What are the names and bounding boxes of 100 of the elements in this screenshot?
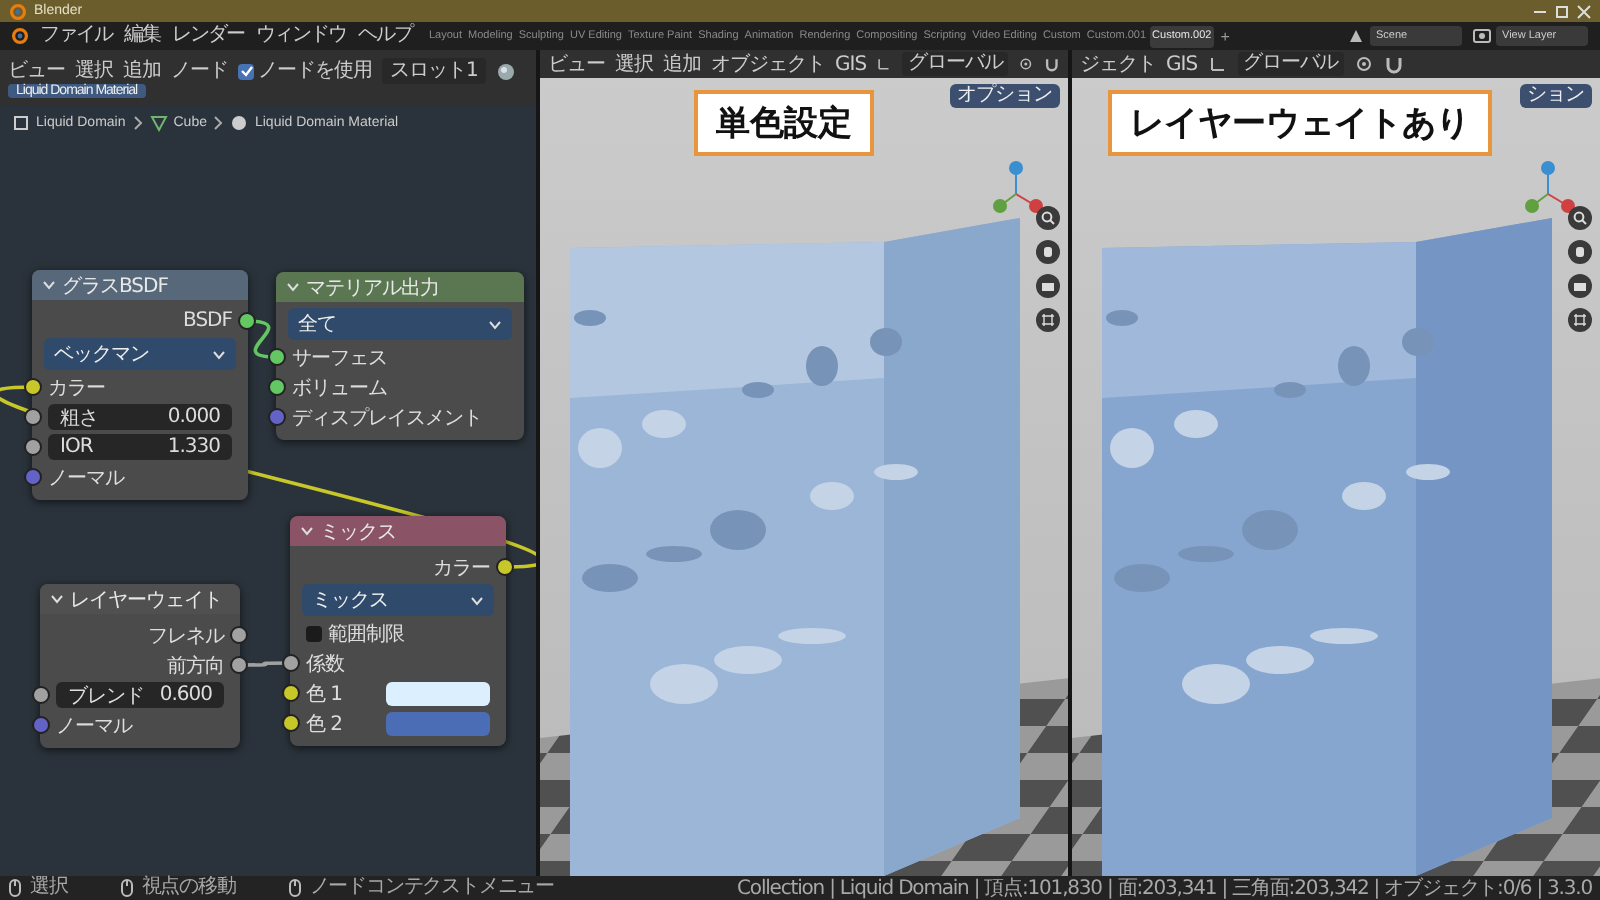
use-nodes-checkbox[interactable]: ノードを使用 xyxy=(238,58,372,84)
axes-icon[interactable] xyxy=(1207,54,1228,74)
menu-item[interactable]: GIS xyxy=(835,53,867,75)
node-header[interactable]: レイヤーウェイト xyxy=(40,584,240,614)
value-field[interactable]: 粗さ 0.000 xyxy=(48,404,232,430)
orientation-dropdown[interactable]: グローバル xyxy=(901,52,1009,76)
grid-icon[interactable] xyxy=(1036,308,1060,332)
node-header[interactable]: グラスBSDF xyxy=(32,270,248,300)
socket[interactable] xyxy=(24,438,42,456)
zoom-icon[interactable] xyxy=(1568,206,1592,230)
socket[interactable] xyxy=(268,378,286,396)
menu-item[interactable]: 編集 xyxy=(118,22,166,50)
menu-item[interactable]: ビュー xyxy=(8,58,65,84)
socket[interactable] xyxy=(24,378,42,396)
camera-icon[interactable] xyxy=(1568,274,1592,298)
menu-item[interactable]: 追加 xyxy=(663,50,701,78)
chevron-down-icon[interactable] xyxy=(286,280,300,294)
scene-icon[interactable] xyxy=(1346,26,1366,46)
socket[interactable] xyxy=(32,686,50,704)
socket[interactable] xyxy=(282,684,300,702)
node-title: ミックス xyxy=(320,519,396,545)
status-hint: 選択 xyxy=(30,876,68,900)
socket-label: サーフェス xyxy=(292,345,387,371)
camera-icon[interactable] xyxy=(1036,274,1060,298)
dropdown[interactable]: 全て xyxy=(288,308,512,340)
node-header[interactable]: マテリアル出力 xyxy=(276,272,524,302)
snap-icon[interactable] xyxy=(1044,54,1060,74)
socket-label: カラー xyxy=(48,375,105,401)
chevron-down-icon xyxy=(488,317,502,331)
socket[interactable] xyxy=(230,656,248,674)
snap-icon[interactable] xyxy=(1384,54,1405,74)
socket[interactable] xyxy=(230,626,248,644)
chevron-right-icon xyxy=(212,114,225,132)
grid-icon[interactable] xyxy=(1568,308,1592,332)
socket-label: ノーマル xyxy=(48,465,124,491)
node-title: レイヤーウェイト xyxy=(70,587,222,613)
zoom-icon[interactable] xyxy=(1036,206,1060,230)
triangle-icon xyxy=(149,114,168,132)
viewport-caption: レイヤーウェイトあり xyxy=(1108,90,1492,156)
node-header[interactable]: ミックス xyxy=(290,516,506,546)
view-layer-icon[interactable] xyxy=(1472,26,1492,46)
socket[interactable] xyxy=(268,348,286,366)
slot-dropdown[interactable]: スロット1 xyxy=(382,58,486,84)
orientation-dropdown[interactable]: グローバル xyxy=(1237,52,1345,76)
navigation-gizmo-icon[interactable] xyxy=(1520,158,1580,218)
socket-label: 色 1 xyxy=(306,681,343,707)
menu-item[interactable]: ファイル xyxy=(34,22,118,50)
menu-item[interactable]: オブジェクト xyxy=(711,50,825,78)
checkbox[interactable]: 範囲制限 xyxy=(306,619,404,647)
dropdown[interactable]: ベックマン xyxy=(44,338,236,370)
close-icon[interactable] xyxy=(1576,3,1592,19)
mouse-icon xyxy=(287,878,302,898)
hand-icon[interactable] xyxy=(1568,240,1592,264)
chevron-down-icon xyxy=(212,347,226,361)
menu-item[interactable]: ヘルプ xyxy=(352,22,418,50)
square-icon xyxy=(12,114,30,132)
menu-item[interactable]: 追加 xyxy=(123,58,161,84)
chevron-down-icon xyxy=(470,593,484,607)
dropdown[interactable]: ミックス xyxy=(302,584,494,616)
socket[interactable] xyxy=(282,714,300,732)
socket-label: ノーマル xyxy=(56,713,132,739)
scene-statistics: Collection | Liquid Domain | 頂点:101,830 | 面:203,341 | 三角面:203,342 | オブジェクト:0/6 | 3.3.0 xyxy=(737,875,1592,900)
material-sphere-icon[interactable] xyxy=(495,61,516,81)
options-button[interactable]: ション xyxy=(1519,84,1592,108)
axes-icon[interactable] xyxy=(876,54,892,74)
navigation-gizmo-icon[interactable] xyxy=(988,158,1048,218)
menu-item[interactable]: ビュー xyxy=(548,50,605,78)
add-workspace-button[interactable]: + xyxy=(1214,27,1236,45)
value-field[interactable]: ブレンド 0.600 xyxy=(56,682,224,708)
socket[interactable] xyxy=(24,408,42,426)
node-title: グラスBSDF xyxy=(62,273,168,299)
check-icon xyxy=(239,64,253,78)
socket-label: 係数 xyxy=(306,651,344,677)
sphere-icon xyxy=(230,114,249,132)
pivot-icon[interactable] xyxy=(1354,54,1375,74)
color-swatch[interactable] xyxy=(386,711,490,735)
value-field[interactable]: IOR 1.330 xyxy=(48,434,232,460)
chevron-down-icon[interactable] xyxy=(42,278,56,292)
menu-item[interactable]: ジェクト xyxy=(1080,50,1156,78)
socket-label: 前方向 xyxy=(167,653,224,679)
menu-item[interactable]: ウィンドウ xyxy=(250,22,352,50)
mouse-icon xyxy=(8,878,22,898)
chevron-down-icon[interactable] xyxy=(50,592,64,606)
options-button[interactable]: オプション xyxy=(949,84,1060,108)
socket-label: カラー xyxy=(433,555,490,581)
menu-item[interactable]: GIS xyxy=(1166,53,1198,75)
chevron-down-icon[interactable] xyxy=(300,524,314,538)
pivot-icon[interactable] xyxy=(1018,54,1035,74)
hand-icon[interactable] xyxy=(1036,240,1060,264)
menu-item[interactable]: レンダー xyxy=(166,22,250,50)
socket[interactable] xyxy=(496,558,514,576)
color-swatch[interactable] xyxy=(386,681,490,705)
socket[interactable] xyxy=(238,312,256,330)
socket-label: ボリューム xyxy=(292,375,387,401)
maximize-icon[interactable] xyxy=(1554,3,1570,19)
menu-item[interactable]: 選択 xyxy=(75,58,113,84)
menu-item[interactable]: ノード xyxy=(171,58,228,84)
menu-item[interactable]: 選択 xyxy=(615,50,653,78)
socket[interactable] xyxy=(282,654,300,672)
socket-label: BSDF xyxy=(183,310,232,332)
